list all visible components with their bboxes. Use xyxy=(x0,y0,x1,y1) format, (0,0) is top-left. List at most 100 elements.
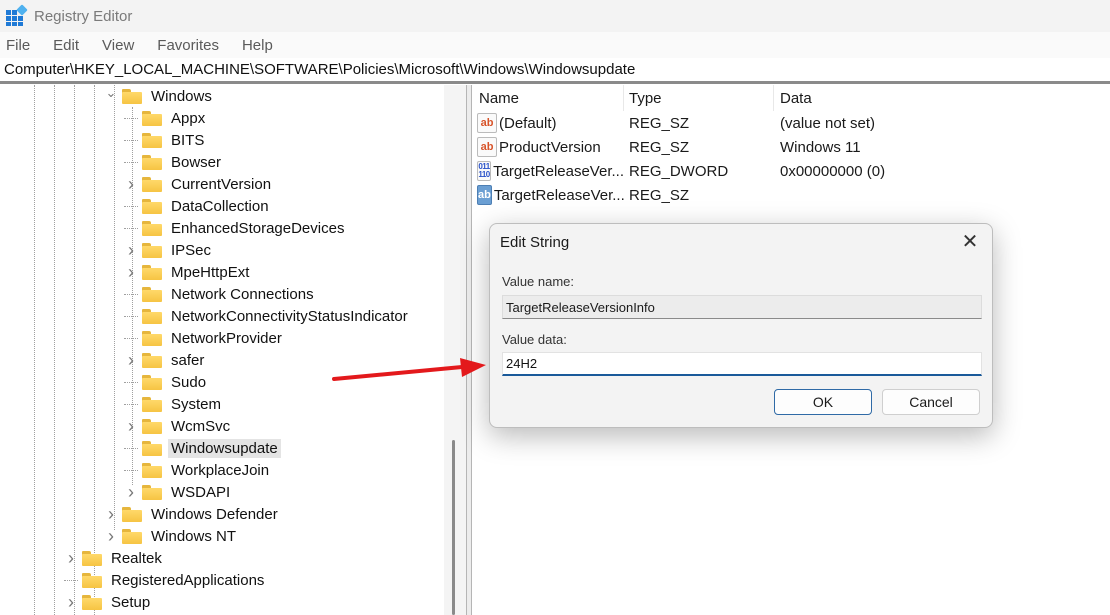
tree-scrollbar[interactable] xyxy=(444,85,466,615)
tree-item[interactable]: Appx xyxy=(124,107,208,129)
chevron-right-icon[interactable]: › xyxy=(104,526,118,547)
menu-edit[interactable]: Edit xyxy=(46,37,87,54)
tree-item-label: RegisteredApplications xyxy=(111,571,265,589)
tree-item[interactable]: Network Connections xyxy=(124,283,317,305)
column-header-name[interactable]: Name xyxy=(472,85,624,111)
tree-item[interactable]: DataCollection xyxy=(124,195,272,217)
tree-item-label: DataCollection xyxy=(171,197,269,215)
menu-favorites[interactable]: Favorites xyxy=(150,37,227,54)
value-data: Windows 11 xyxy=(780,138,861,156)
folder-icon xyxy=(142,198,162,214)
chevron-right-icon[interactable]: › xyxy=(124,240,138,261)
menu-view[interactable]: View xyxy=(95,37,142,54)
tree-item[interactable]: › Setup xyxy=(64,591,153,613)
folder-icon xyxy=(142,176,162,192)
tree-item-label: Network Connections xyxy=(171,285,314,303)
close-icon[interactable]: ✕ xyxy=(958,230,982,254)
value-row[interactable]: ab (Default) REG_SZ (value not set) xyxy=(472,111,1074,135)
tree-item[interactable]: › safer xyxy=(124,349,207,371)
folder-icon xyxy=(142,396,162,412)
folder-icon xyxy=(142,286,162,302)
dword-value-icon: 011 110 xyxy=(477,161,492,181)
value-data-input[interactable]: 24H2 xyxy=(502,352,982,376)
tree-item-label: Windows Defender xyxy=(151,505,278,523)
tree-item[interactable]: NetworkConnectivityStatusIndicator xyxy=(124,305,411,327)
folder-icon xyxy=(122,88,142,104)
tree-item-label: WorkplaceJoin xyxy=(171,461,270,479)
tree-item[interactable]: Sudo xyxy=(124,371,209,393)
tree-item[interactable]: RegisteredApplications xyxy=(64,569,267,591)
tree-scrollbar-thumb[interactable] xyxy=(452,440,455,615)
tree-item[interactable]: › MpeHttpExt xyxy=(124,261,252,283)
value-name: ProductVersion xyxy=(499,138,601,156)
value-name-field: TargetReleaseVersionInfo xyxy=(502,295,982,319)
ok-button[interactable]: OK xyxy=(774,389,872,415)
menu-file[interactable]: File xyxy=(0,37,38,54)
tree-item[interactable]: WorkplaceJoin xyxy=(124,459,272,481)
value-row[interactable]: ab ProductVersion REG_SZ Windows 11 xyxy=(472,135,1074,159)
folder-icon xyxy=(142,264,162,280)
tree-item[interactable]: › Realtek xyxy=(64,547,165,569)
column-header-data[interactable]: Data xyxy=(774,85,1074,111)
folder-icon xyxy=(142,132,162,148)
column-header-type[interactable]: Type xyxy=(624,85,774,111)
tree-item[interactable]: System xyxy=(124,393,224,415)
tree-connector xyxy=(124,469,138,471)
tree-item[interactable]: › Windows Defender xyxy=(104,503,281,525)
tree-item[interactable]: Bowser xyxy=(124,151,224,173)
tree-connector xyxy=(124,205,138,207)
cancel-button[interactable]: Cancel xyxy=(882,389,980,415)
tree-guide-line xyxy=(94,85,95,615)
edit-string-dialog: Edit String ✕ Value name: TargetReleaseV… xyxy=(489,223,993,428)
tree-item-label: MpeHttpExt xyxy=(171,263,250,281)
menu-help[interactable]: Help xyxy=(235,37,281,54)
value-type: REG_SZ xyxy=(629,114,690,132)
tree-connector xyxy=(124,161,138,163)
chevron-down-icon[interactable]: ⌄ xyxy=(104,85,118,101)
tree-item-label: BITS xyxy=(171,131,205,149)
tree-item-label: WSDAPI xyxy=(171,483,231,501)
value-name-label: Value name: xyxy=(502,274,575,289)
tree-item-label: System xyxy=(171,395,222,413)
chevron-right-icon[interactable]: › xyxy=(64,548,78,569)
folder-icon xyxy=(122,528,142,544)
tree-item[interactable]: › WSDAPI xyxy=(124,481,233,503)
tree-item-label: IPSec xyxy=(171,241,212,259)
tree-item[interactable]: › CurrentVersion xyxy=(124,173,274,195)
chevron-right-icon[interactable]: › xyxy=(124,350,138,371)
value-row[interactable]: 011 110 TargetReleaseVer... REG_DWORD 0x00… xyxy=(472,159,1074,183)
folder-icon xyxy=(142,308,162,324)
chevron-right-icon[interactable]: › xyxy=(64,592,78,613)
tree-item-label: EnhancedStorageDevices xyxy=(171,219,345,237)
tree-item[interactable]: ⌄ Windows xyxy=(104,85,215,107)
tree-item[interactable]: BITS xyxy=(124,129,207,151)
tree-connector xyxy=(124,117,138,119)
chevron-right-icon[interactable]: › xyxy=(124,482,138,503)
value-data-label: Value data: xyxy=(502,332,567,347)
folder-icon xyxy=(82,550,102,566)
folder-icon xyxy=(82,594,102,610)
tree-item[interactable]: › IPSec xyxy=(124,239,214,261)
chevron-right-icon[interactable]: › xyxy=(124,416,138,437)
tree-item-label: Setup xyxy=(111,593,151,611)
string-value-icon: ab xyxy=(477,137,497,157)
tree-item[interactable]: › WcmSvc xyxy=(124,415,233,437)
tree-item[interactable]: Windowsupdate xyxy=(124,437,281,459)
dialog-title: Edit String xyxy=(500,234,570,251)
folder-icon xyxy=(82,572,102,588)
folder-icon xyxy=(142,242,162,258)
tree-item[interactable]: › Windows NT xyxy=(104,525,239,547)
tree-item-label: WcmSvc xyxy=(171,417,231,435)
tree-item[interactable]: NetworkProvider xyxy=(124,327,285,349)
chevron-right-icon[interactable]: › xyxy=(104,504,118,525)
value-type: REG_DWORD xyxy=(629,162,729,180)
chevron-right-icon[interactable]: › xyxy=(124,262,138,283)
value-row-selected[interactable]: ab TargetReleaseVer... REG_SZ xyxy=(472,183,1074,207)
tree-item[interactable]: EnhancedStorageDevices xyxy=(124,217,347,239)
folder-icon xyxy=(142,220,162,236)
chevron-right-icon[interactable]: › xyxy=(124,174,138,195)
folder-icon xyxy=(142,154,162,170)
address-bar[interactable]: Computer\HKEY_LOCAL_MACHINE\SOFTWARE\Pol… xyxy=(0,58,1110,84)
registry-editor-app-icon xyxy=(6,4,28,26)
value-name: TargetReleaseVer... xyxy=(493,162,624,180)
